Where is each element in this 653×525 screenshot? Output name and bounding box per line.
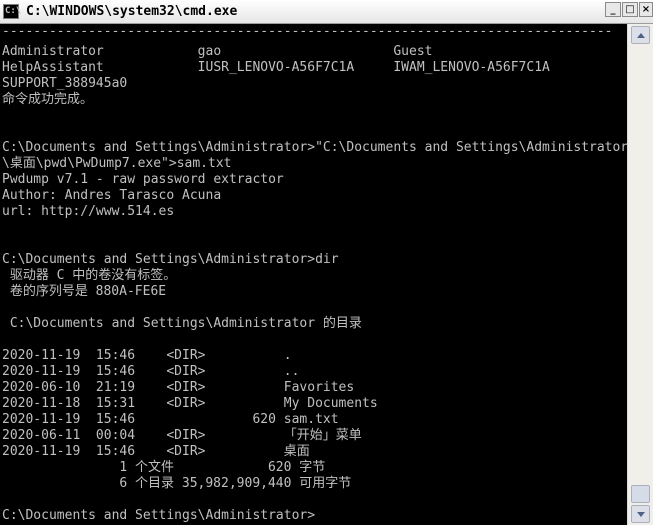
console-line: HelpAssistant IUSR_LENOVO-A56F7C1A IWAM_… <box>2 60 550 75</box>
maximize-button[interactable]: □ <box>622 2 638 17</box>
console-line: 2020-11-19 15:46 <DIR> 桌面 <box>2 444 310 459</box>
console-line: 2020-11-19 15:46 <DIR> . <box>2 348 292 363</box>
console-line: 2020-11-18 15:31 <DIR> My Documents <box>2 396 378 411</box>
console-line: url: http://www.514.es <box>2 204 175 219</box>
console-line: C:\Documents and Settings\Administrator>… <box>2 252 339 267</box>
console-line: 驱动器 C 中的卷没有标签。 <box>2 268 177 283</box>
console-line: 命令成功完成。 <box>2 92 94 107</box>
console-line: SUPPORT_388945a0 <box>2 76 128 91</box>
console-line: Administrator gao Guest <box>2 44 433 59</box>
scrollbar-thumb[interactable] <box>631 485 650 503</box>
console-line: 1 个文件 620 字节 <box>2 460 326 475</box>
console-line: Author: Andres Tarasco Acuna <box>2 188 222 203</box>
console-line: 2020-11-19 15:46 <DIR> .. <box>2 364 300 379</box>
console-line: C:\Documents and Settings\Administrator … <box>2 316 362 331</box>
console-line: ----------------------------------------… <box>2 24 613 39</box>
minimize-button[interactable]: _ <box>605 2 621 17</box>
console-line: 卷的序列号是 880A-FE6E <box>2 284 167 299</box>
window-title: C:\WINDOWS\system32\cmd.exe <box>26 4 238 19</box>
scroll-up-arrow-icon[interactable] <box>631 26 650 44</box>
vertical-scrollbar[interactable] <box>627 24 653 525</box>
console-line: C:\Documents and Settings\Administrator> <box>2 508 316 523</box>
console-line: 6 个目录 35,982,909,440 可用字节 <box>2 476 352 491</box>
console-icon: C:\ <box>3 4 21 19</box>
console-line: Pwdump v7.1 - raw password extractor <box>2 172 284 187</box>
close-button[interactable]: × <box>639 2 653 17</box>
console-line: 2020-11-19 15:46 620 sam.txt <box>2 412 339 427</box>
scroll-down-arrow-icon[interactable] <box>631 505 650 523</box>
console-output[interactable]: ----------------------------------------… <box>0 24 627 525</box>
title-bar[interactable]: C:\ C:\WINDOWS\system32\cmd.exe _ □ × <box>0 0 653 24</box>
console-line: 2020-06-11 00:04 <DIR> 「开始」菜单 <box>2 428 362 443</box>
console-line: 2020-06-10 21:19 <DIR> Favorites <box>2 380 355 395</box>
cmd-window: C:\ C:\WINDOWS\system32\cmd.exe _ □ × --… <box>0 0 653 525</box>
console-line: C:\Documents and Settings\Administrator>… <box>2 140 627 155</box>
console-line: \桌面\pwd\PwDump7.exe">sam.txt <box>2 156 232 171</box>
